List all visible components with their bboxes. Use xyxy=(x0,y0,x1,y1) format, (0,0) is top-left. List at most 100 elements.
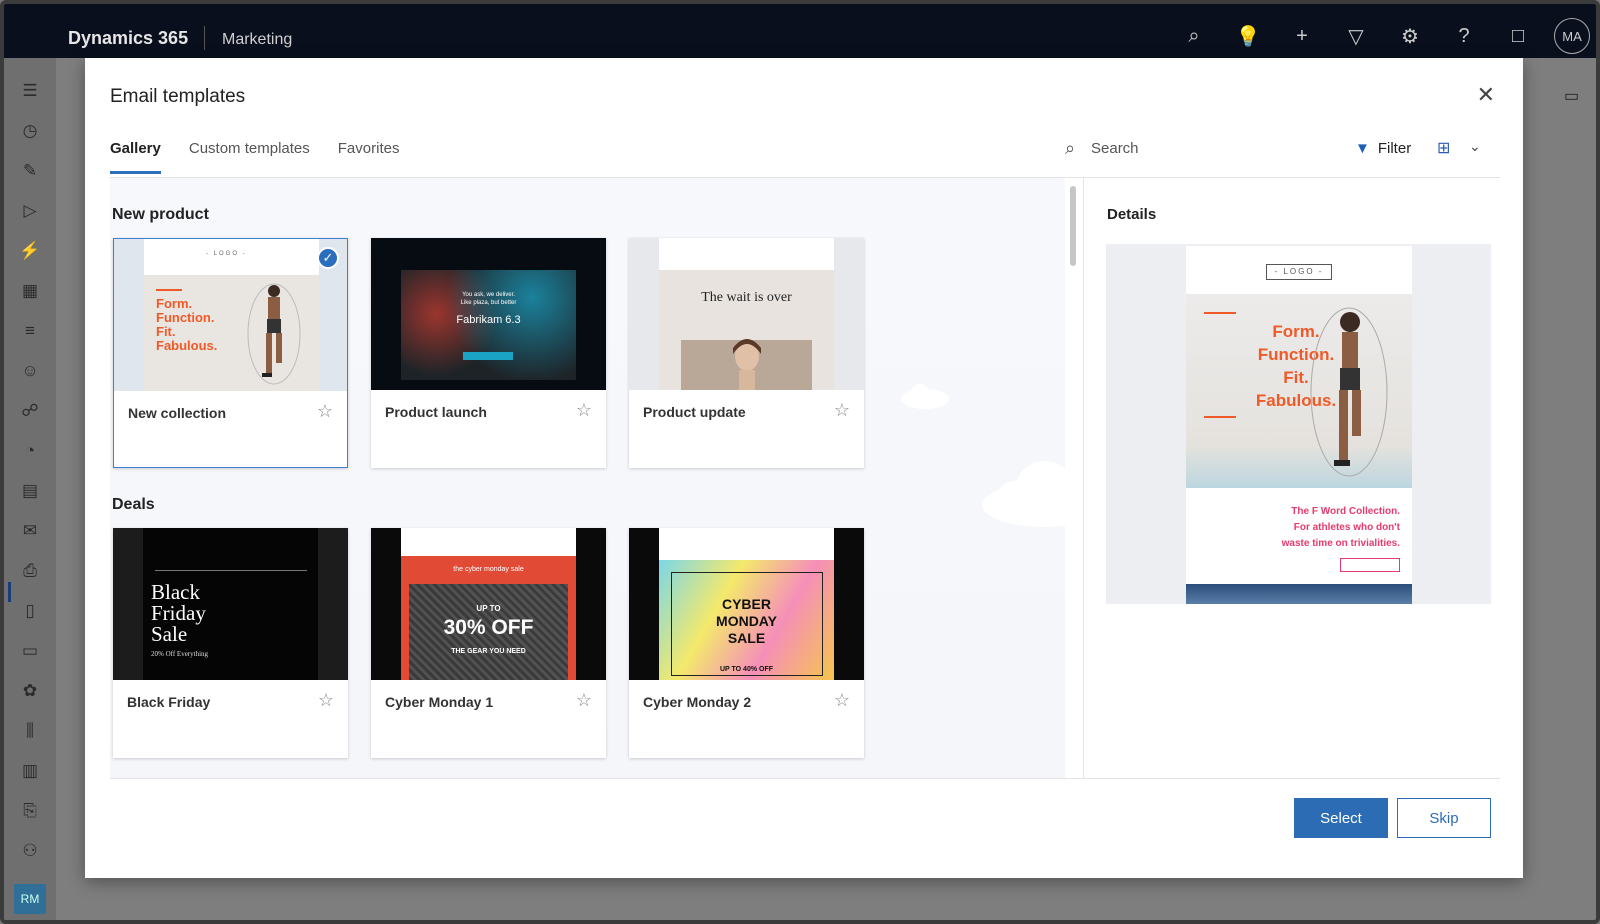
app-frame: Dynamics 365 Marketing ⌕ 💡 + ▽ ⚙ ? □ MA … xyxy=(0,0,1600,924)
library-icon[interactable]: ⫼ xyxy=(18,720,42,742)
avatar[interactable]: MA xyxy=(1554,18,1590,54)
top-bar: Dynamics 365 Marketing ⌕ 💡 + ▽ ⚙ ? □ MA xyxy=(4,4,1596,58)
divider xyxy=(204,26,205,50)
cm2-sub: UP TO 40% OFF xyxy=(719,666,774,673)
tab-gallery[interactable]: Gallery xyxy=(110,140,161,174)
list-icon[interactable]: ▤ xyxy=(18,480,42,502)
search-icon[interactable]: ⌕ xyxy=(1176,19,1212,53)
bf-line: Sale xyxy=(151,622,188,646)
portrait-image xyxy=(733,339,761,390)
template-card-product-launch[interactable]: You ask, we deliver. Like plaza, but bet… xyxy=(371,238,606,468)
filter-icon: ▼ xyxy=(1355,140,1370,157)
template-thumbnail: The wait is over xyxy=(629,238,864,390)
bf-line: Friday xyxy=(151,601,206,625)
close-icon[interactable]: ✕ xyxy=(1477,82,1495,108)
bf-line: Black xyxy=(151,580,200,604)
building-icon[interactable]: ▦ xyxy=(18,280,42,302)
favorite-star-icon[interactable]: ☆ xyxy=(576,400,592,421)
forms-icon[interactable]: ≡ xyxy=(18,320,42,342)
device-icon[interactable]: ▯ xyxy=(18,600,42,622)
hero-line: Form. xyxy=(156,296,193,311)
favorite-star-icon[interactable]: ☆ xyxy=(576,690,592,711)
launch-product: Fabrikam 6.3 xyxy=(456,314,521,326)
template-thumbnail: the cyber monday sale UP TO 30% OFF THE … xyxy=(371,528,606,680)
hamburger-icon[interactable]: ☰ xyxy=(18,80,42,102)
select-button[interactable]: Select xyxy=(1294,798,1388,838)
favorite-star-icon[interactable]: ☆ xyxy=(317,401,333,422)
nav-selection-indicator xyxy=(8,582,11,602)
favorite-star-icon[interactable]: ☆ xyxy=(318,690,334,711)
filter-button[interactable]: ▼ Filter xyxy=(1355,140,1411,157)
template-thumbnail: CYBER MONDAY SALE UP TO 40% OFF xyxy=(629,528,864,680)
bf-sub: 20% Off Everything xyxy=(151,650,209,658)
preview-logo: - LOGO - xyxy=(1266,264,1332,280)
module-name[interactable]: Marketing xyxy=(222,31,292,49)
template-thumbnail: You ask, we deliver. Like plaza, but bet… xyxy=(371,238,606,390)
template-card-new-collection[interactable]: - LOGO - Form. Function. Fit. Fabulous. … xyxy=(113,238,348,468)
cm2-line: CYBER xyxy=(721,596,771,612)
search-input[interactable] xyxy=(1091,140,1271,157)
favorite-star-icon[interactable]: ☆ xyxy=(834,400,850,421)
people-icon[interactable]: ⚇ xyxy=(18,840,42,862)
pin-icon[interactable]: ✎ xyxy=(18,160,42,182)
journey-icon[interactable]: ☍ xyxy=(18,400,42,422)
preview-collection-line: The F Word Collection. xyxy=(1291,506,1400,517)
settings-icon[interactable]: ⚙ xyxy=(1392,19,1428,53)
divider xyxy=(1083,178,1084,778)
chat-icon[interactable]: ▭ xyxy=(1564,86,1579,106)
preview-collection-line: waste time on trivialities. xyxy=(1281,538,1400,549)
template-name: Cyber Monday 2 xyxy=(643,694,752,710)
tab-custom-templates[interactable]: Custom templates xyxy=(189,140,310,174)
boards-icon[interactable]: ▥ xyxy=(18,760,42,782)
segments-icon[interactable]: ⚡ xyxy=(18,240,42,262)
message-icon[interactable]: ▭ xyxy=(18,640,42,662)
email-icon[interactable]: ✉ xyxy=(18,520,42,542)
recent-icon[interactable]: ◷ xyxy=(18,120,42,142)
template-thumbnail: Black Friday Sale 20% Off Everything xyxy=(113,528,348,680)
divider xyxy=(110,778,1500,779)
athlete-image xyxy=(247,283,301,385)
template-name: Product launch xyxy=(385,404,487,420)
app-title[interactable]: Dynamics 365 xyxy=(68,28,188,49)
template-card-cyber-monday-2[interactable]: CYBER MONDAY SALE UP TO 40% OFF Cyber Mo… xyxy=(629,528,864,758)
skip-button[interactable]: Skip xyxy=(1397,798,1491,838)
template-card-black-friday[interactable]: Black Friday Sale 20% Off Everything Bla… xyxy=(113,528,348,758)
hero-line: Fabulous. xyxy=(156,338,218,353)
section-title: New product xyxy=(112,206,209,223)
template-name: New collection xyxy=(128,405,227,421)
chat-icon[interactable]: □ xyxy=(1500,19,1536,53)
chart-icon[interactable]: ◔ xyxy=(18,440,42,462)
plus-icon[interactable]: + xyxy=(1284,19,1320,53)
template-card-product-update[interactable]: The wait is over Product update ☆ xyxy=(629,238,864,468)
contact-icon[interactable]: ☺ xyxy=(18,360,42,382)
template-name: Product update xyxy=(643,404,746,420)
template-card-cyber-monday-1[interactable]: the cyber monday sale UP TO 30% OFF THE … xyxy=(371,528,606,758)
gallery-toolbar: ⌕ ▼ Filter ⊞ ⌄ xyxy=(1065,138,1485,168)
cm2-line: MONDAY xyxy=(716,613,777,629)
grid-view-icon[interactable]: ⊞ xyxy=(1437,138,1450,158)
document-icon[interactable]: ⎙ xyxy=(18,560,42,582)
cm1-top: the cyber monday sale xyxy=(453,566,524,573)
template-thumbnail: - LOGO - Form. Function. Fit. Fabulous. … xyxy=(114,239,347,391)
details-heading: Details xyxy=(1107,206,1157,223)
tab-favorites[interactable]: Favorites xyxy=(338,140,400,174)
cm2-line: SALE xyxy=(727,630,766,646)
filter-icon[interactable]: ▽ xyxy=(1338,19,1374,53)
favorite-star-icon[interactable]: ☆ xyxy=(834,690,850,711)
help-icon[interactable]: ? xyxy=(1446,19,1482,53)
clipboard-icon[interactable]: ⎘ xyxy=(18,800,42,822)
cloud-decoration xyxy=(982,461,1108,527)
area-switcher[interactable]: RM xyxy=(14,884,46,914)
cm1-sub: THE GEAR YOU NEED xyxy=(451,648,526,655)
gallery-scrollbar[interactable] xyxy=(1070,186,1076,266)
selected-check-icon: ✓ xyxy=(317,247,339,269)
play-icon[interactable]: ▷ xyxy=(18,200,42,222)
lightbulb-icon[interactable]: 💡 xyxy=(1230,19,1266,53)
athlete-image xyxy=(1310,307,1388,477)
settings-icon[interactable]: ✿ xyxy=(18,680,42,702)
cloud-decoration xyxy=(901,384,949,409)
update-heading: The wait is over xyxy=(701,290,792,305)
chevron-down-icon[interactable]: ⌄ xyxy=(1469,138,1481,155)
cm1-big: 30% OFF xyxy=(443,616,534,639)
left-nav: ☰ ◷ ✎ ▷ ⚡ ▦ ≡ ☺ ☍ ◔ ▤ ✉ ⎙ ▯ ▭ ✿ ⫼ ▥ ⎘ ⚇ xyxy=(4,58,56,920)
